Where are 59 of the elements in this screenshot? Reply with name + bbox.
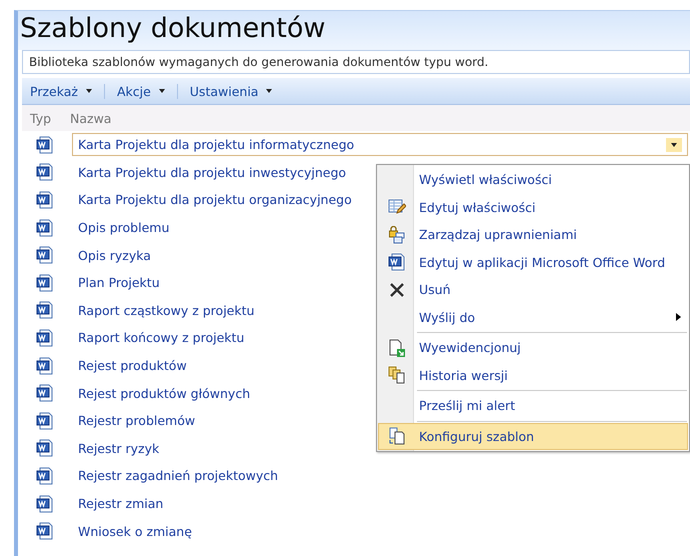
menu-item[interactable]: Edytuj w aplikacji Microsoft Office Word <box>378 248 688 276</box>
document-link[interactable]: Rejestr zmian <box>72 492 170 516</box>
menu-item[interactable]: Usuń <box>378 276 688 304</box>
word-document-icon <box>36 190 54 209</box>
word-document-icon <box>36 163 54 182</box>
document-link[interactable]: Rejest produktów głównych <box>72 382 256 405</box>
word-document-icon <box>36 356 54 375</box>
toolbar-menu-button[interactable]: Ustawienia <box>176 84 282 98</box>
menu-item[interactable]: Konfiguruj szablon <box>378 422 688 450</box>
dropdown-button[interactable] <box>666 138 682 152</box>
menu-item[interactable]: Prześlij mi alert <box>378 392 688 420</box>
word-document-icon <box>36 466 54 485</box>
menu-item[interactable]: Wyślij do <box>378 304 688 331</box>
copy-documents-icon <box>388 427 406 446</box>
menu-item[interactable]: Historia wersji <box>378 362 688 389</box>
word-document-icon <box>388 253 406 272</box>
document-link[interactable]: Raport cząstkowy z projektu <box>72 298 260 322</box>
menu-item[interactable]: Wyewidencjonuj <box>378 334 688 362</box>
document-link[interactable]: Rejestr ryzyk <box>72 436 166 460</box>
document-link[interactable]: Karta Projektu dla projektu informatycznego <box>72 133 688 156</box>
column-header[interactable]: Nazwa <box>70 110 112 126</box>
menu-item[interactable]: Wyświetl właściwości <box>378 166 688 194</box>
document-link[interactable]: Raport końcowy z projektu <box>72 326 250 350</box>
word-document-icon <box>36 328 54 347</box>
document-link[interactable]: Opis problemu <box>72 216 176 240</box>
word-document-icon <box>36 522 54 540</box>
caret-icon <box>86 89 92 93</box>
document-arrow-icon <box>388 338 406 357</box>
toolbar-menu-button[interactable]: Akcje <box>104 84 175 98</box>
document-link[interactable]: Rejestr problemów <box>72 409 202 432</box>
caret-icon <box>158 89 165 93</box>
document-link[interactable]: Rejestr zagadnień projektowych <box>72 464 284 488</box>
word-document-icon <box>36 384 54 402</box>
stacked-documents-icon <box>388 366 406 384</box>
caret-icon <box>266 89 272 93</box>
toolbar-menu-button[interactable]: Przekaż <box>26 84 102 98</box>
document-link[interactable]: Rejest produktów <box>72 354 193 378</box>
submenu-arrow-icon <box>676 313 681 322</box>
document-link[interactable]: Wniosek o zmianę <box>72 520 198 543</box>
word-document-icon <box>36 301 54 320</box>
document-link[interactable]: Opis ryzyka <box>72 244 157 267</box>
word-document-icon <box>36 136 54 154</box>
menu-item[interactable]: Edytuj właściwości <box>378 194 688 221</box>
page-title: Szablony dokumentów <box>18 11 690 50</box>
delete-icon <box>388 280 406 299</box>
word-document-icon <box>36 218 54 237</box>
column-header[interactable]: Typ <box>22 110 70 126</box>
word-document-icon <box>36 494 54 513</box>
word-document-icon <box>36 246 54 264</box>
library-description: Biblioteka szablonów wymaganych do generowania dokumentów typu word. <box>22 50 690 74</box>
word-document-icon <box>36 274 54 292</box>
menu-item[interactable]: Zarządzaj uprawnieniami <box>378 221 688 248</box>
padlock-documents-icon <box>388 226 406 244</box>
document-link[interactable]: Plan Projektu <box>72 271 166 294</box>
pencil-table-icon <box>388 198 406 216</box>
document-link[interactable]: Karta Projektu dla projektu organizacyjnego <box>72 188 358 212</box>
document-link[interactable]: Karta Projektu dla projektu inwestycyjnego <box>72 160 352 184</box>
word-document-icon <box>36 439 54 458</box>
word-document-icon <box>36 412 54 430</box>
